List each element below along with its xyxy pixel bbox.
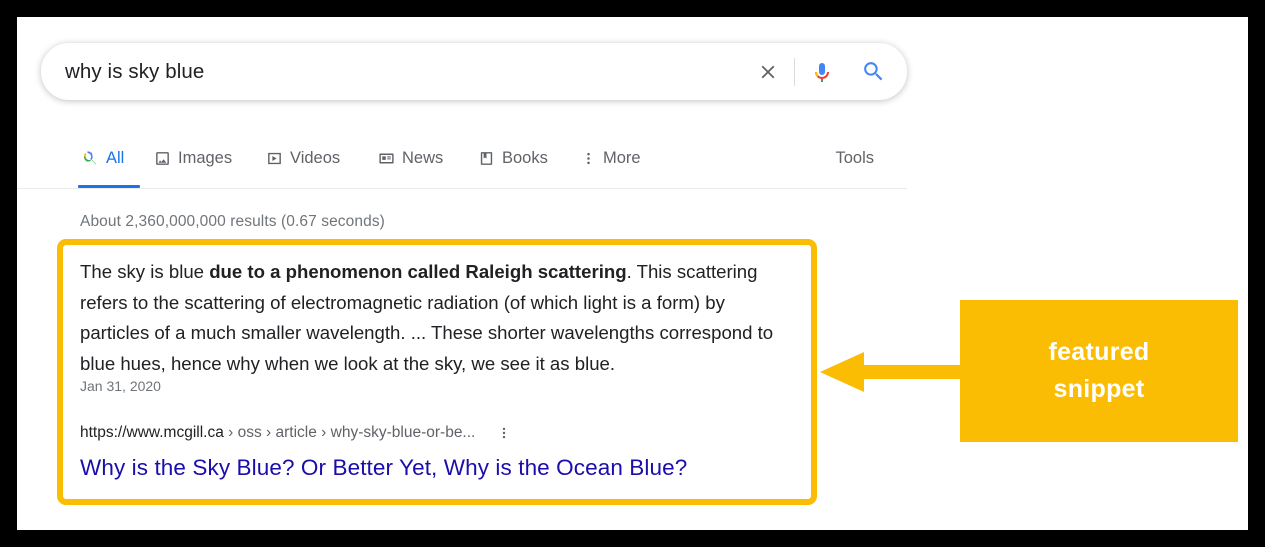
snippet-text-bold: due to a phenomenon called Raleigh scatt… [209,261,627,282]
browser-content-frame: why is sky blue All Images Videos News B… [17,17,1248,530]
left-arrow-icon [820,351,960,393]
result-url-path: › oss › article › why-sky-blue-or-be... [223,424,476,441]
snippet-text-lead: The sky is blue [80,261,210,282]
tab-videos[interactable]: Videos [266,129,340,188]
search-tabs: All Images Videos News Books More Tools [17,129,907,189]
vertical-dots-icon [581,150,596,167]
video-play-icon [266,150,283,167]
featured-snippet-box: The sky is blue due to a phenomenon call… [57,239,817,505]
newspaper-icon [378,150,395,167]
tab-more[interactable]: More [581,129,641,188]
result-url-domain: https://www.mcgill.ca [80,424,224,441]
result-title-link[interactable]: Why is the Sky Blue? Or Better Yet, Why … [80,455,687,481]
tab-all[interactable]: All [78,129,140,188]
tab-books-label: Books [502,149,548,167]
microphone-icon[interactable] [798,49,846,95]
tab-images-label: Images [178,149,233,167]
tab-more-label: More [603,149,641,167]
search-bar[interactable]: why is sky blue [41,43,907,100]
annotation-label-line2: snippet [1053,375,1145,403]
result-url-row: https://www.mcgill.ca › oss › article › … [80,422,517,444]
tab-images[interactable]: Images [154,129,232,188]
search-input[interactable]: why is sky blue [65,60,745,84]
tab-books[interactable]: Books [478,129,548,188]
tab-active-underline [78,185,140,188]
result-url[interactable]: https://www.mcgill.ca › oss › article › … [80,424,475,442]
annotation-label: featured snippet [1048,334,1149,408]
results-count: About 2,360,000,000 results (0.67 second… [80,213,385,230]
search-divider [794,57,795,86]
google-search-icon [80,149,99,168]
featured-snippet-text: The sky is blue due to a phenomenon call… [80,257,792,379]
tools-label: Tools [835,149,874,167]
featured-snippet-date: Jan 31, 2020 [80,378,161,394]
tab-videos-label: Videos [290,149,341,167]
tab-news-label: News [402,149,444,167]
search-magnifier-icon[interactable] [846,49,900,95]
annotation-callout: featured snippet [960,300,1238,442]
vertical-dots-icon[interactable] [491,422,517,444]
close-x-icon[interactable] [745,49,791,95]
tools-button[interactable]: Tools [835,129,874,188]
tab-all-label: All [106,149,125,167]
annotation-label-line1: featured [1048,338,1150,366]
image-icon [154,150,171,167]
book-icon [478,150,495,167]
tab-news[interactable]: News [378,129,443,188]
